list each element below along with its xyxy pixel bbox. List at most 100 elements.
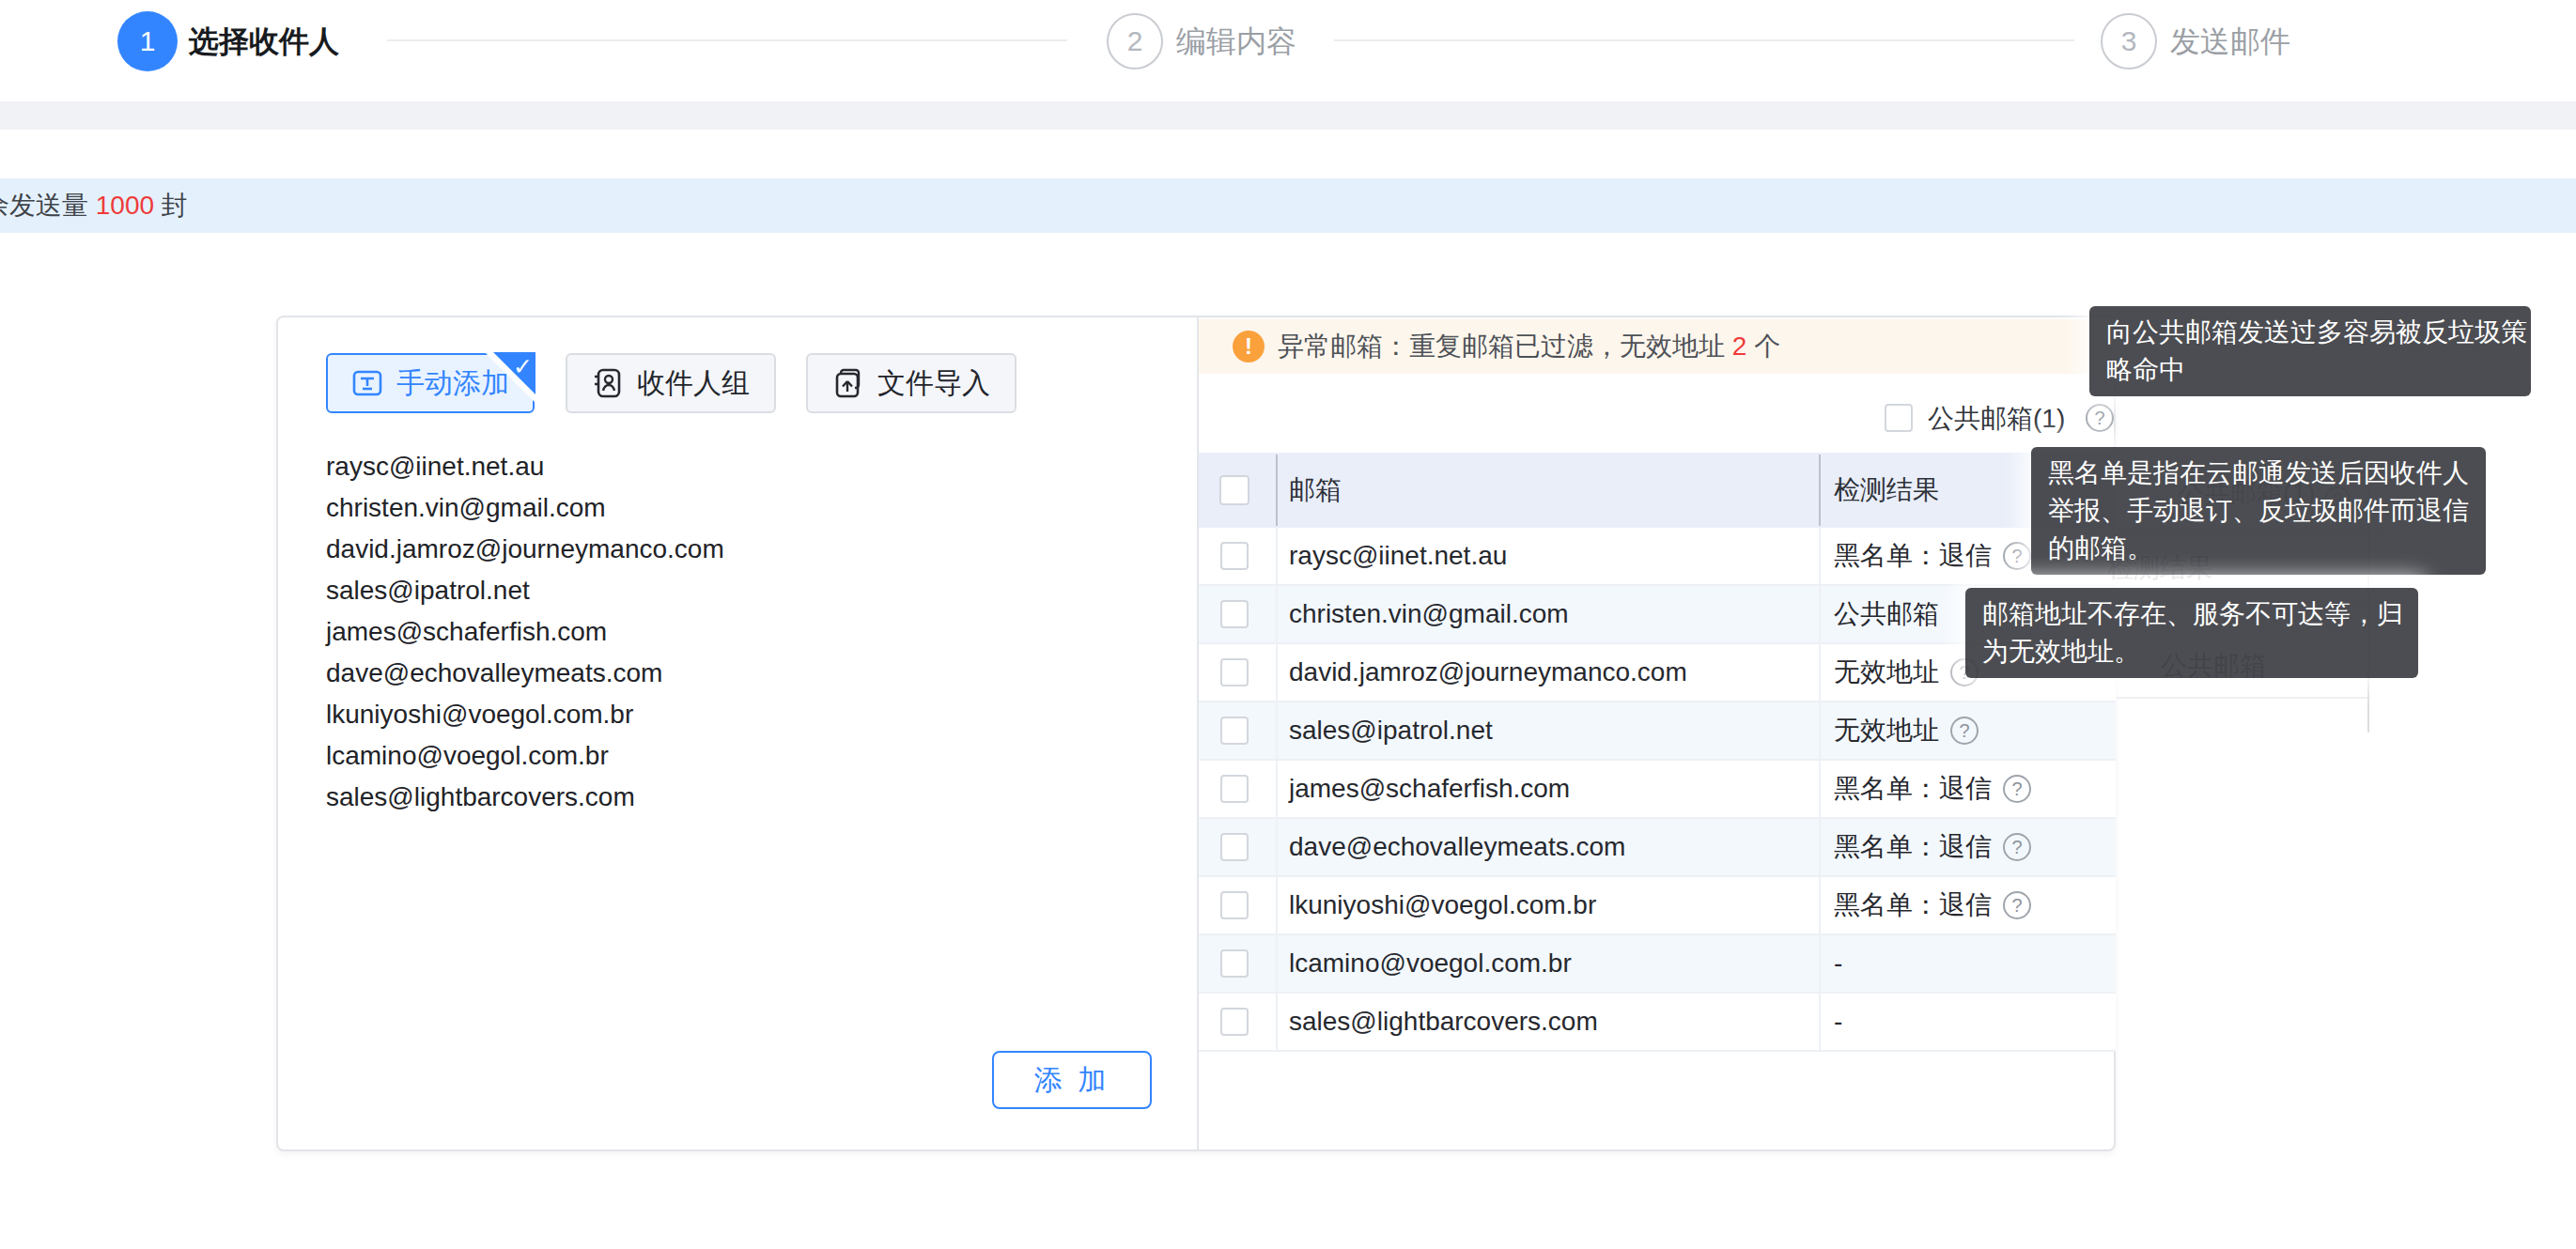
column-line [1819,877,1821,933]
recipient-email: james@schaferfish.com [326,611,724,653]
column-line [1819,819,1821,875]
row-checkbox[interactable] [1220,775,1249,803]
row-email: raysc@iinet.net.au [1289,528,1507,584]
table-row: sales@lightbarcovers.com- [1199,994,2116,1052]
tab-file-import-label: 文件导入 [877,364,990,403]
recipient-email: david.jamroz@journeymanco.com [326,529,724,570]
step-1-number: 1 [140,25,156,57]
tooltip-blacklist: 黑名单是指在云邮通发送后因收件人 举报、手动退订、反垃圾邮件而退信 的邮箱。 [2031,447,2486,575]
row-result-text: 黑名单：退信 [1834,528,1992,584]
column-line [1819,528,1821,584]
table-row: lcamino@voegol.com.br - [1199,935,2116,994]
row-checkbox[interactable] [1220,717,1249,745]
table-header: 邮箱 检测结果 [1199,453,2116,528]
column-line [1819,761,1821,817]
table-row: raysc@iinet.net.au 黑名单：退信? [1199,528,2116,586]
row-result-text: 无效地址 [1834,702,1939,759]
row-email: david.jamroz@journeymanco.com [1289,644,1687,701]
column-header-email: 邮箱 [1289,453,1342,528]
recipient-email: lkuniyoshi@voegol.com.br [326,694,724,735]
recipient-email: sales@lightbarcovers.com [326,777,724,818]
column-line [1819,702,1821,759]
tooltip-public-mailbox: 向公共邮箱发送过多容易被反垃圾策 略命中 [2089,306,2531,396]
step-2-circle: 2 [1107,13,1163,69]
step-connector-2 [1334,39,2074,41]
row-result: 黑名单：退信? [1834,819,2031,875]
header-separator [1276,455,1278,526]
row-result: 无效地址? [1834,702,1979,759]
row-email: sales@ipatrol.net [1289,702,1493,759]
abnormal-warning-bar: ! 异常邮箱：重复邮箱已过滤，无效地址 2 个 [1199,319,2116,374]
active-tab-check-icon: ✓ [513,353,533,380]
tab-manual-add[interactable]: 手动添加 ✓ [326,353,535,413]
recipient-email: christen.vin@gmail.com [326,487,724,529]
row-result: 黑名单：退信? [1834,761,2031,817]
row-result-text: 公共邮箱 [1834,586,1939,642]
row-result-text: - [1834,935,1842,992]
row-result-text: 黑名单：退信 [1834,761,1992,817]
column-line [1819,586,1821,642]
select-all-checkbox[interactable] [1219,475,1249,505]
row-result-text: - [1834,994,1842,1050]
step-1-label: 选择收件人 [189,11,339,71]
public-mailbox-checkbox[interactable] [1885,404,1913,432]
column-line [1819,935,1821,992]
step-2-number: 2 [1127,25,1143,57]
recipient-email: lcamino@voegol.com.br [326,735,724,777]
column-line [1276,644,1278,701]
row-checkbox[interactable] [1220,1008,1249,1036]
add-button[interactable]: 添 加 [992,1051,1152,1109]
table-row: sales@ipatrol.net 无效地址? [1199,702,2116,761]
row-checkbox[interactable] [1220,658,1249,686]
column-header-result: 检测结果 [1834,453,1939,528]
row-result-text: 黑名单：退信 [1834,819,1992,875]
recipient-email: raysc@iinet.net.au [326,446,724,487]
stepper: 1 选择收件人 2 编辑内容 3 发送邮件 [0,0,2576,101]
column-line [1276,586,1278,642]
row-checkbox[interactable] [1220,949,1249,978]
column-line [1276,528,1278,584]
row-checkbox[interactable] [1220,891,1249,919]
row-email: christen.vin@gmail.com [1289,586,1569,642]
row-result: 黑名单：退信? [1834,877,2031,933]
column-line [1276,994,1278,1050]
recipient-email-list[interactable]: raysc@iinet.net.auchristen.vin@gmail.com… [326,446,724,818]
invalid-count: 2 [1732,332,1747,361]
step-2-label: 编辑内容 [1176,11,1296,71]
row-result: - [1834,994,1842,1050]
tooltip-invalid-address: 邮箱地址不存在、服务不可达等，归 为无效地址。 [1965,588,2418,678]
column-line [1276,761,1278,817]
tab-recipient-group[interactable]: 收件人组 [566,353,776,413]
warning-icon: ! [1233,331,1265,362]
row-checkbox[interactable] [1220,833,1249,861]
result-help-icon[interactable]: ? [2003,891,2031,919]
ghost-line [2117,697,2370,699]
header-separator-band [0,101,2576,130]
row-email: dave@echovalleymeats.com [1289,819,1625,875]
result-help-icon[interactable]: ? [2003,833,2031,861]
row-result: 无效地址? [1834,644,1979,701]
recipient-panel: 手动添加 ✓ 收件人组 文件导入 raysc@iinet.net.auchris… [276,316,2116,1151]
quota-text: 余发送量 1000 封 [0,178,188,233]
step-3-label: 发送邮件 [2170,11,2290,71]
result-help-icon[interactable]: ? [2003,775,2031,803]
public-mailbox-label: 公共邮箱(1) [1928,404,2065,434]
row-result: - [1834,935,1842,992]
tab-recipient-group-label: 收件人组 [637,364,750,403]
row-checkbox[interactable] [1220,600,1249,628]
manual-add-icon [351,367,383,399]
column-line [1276,702,1278,759]
quota-bar: 余发送量 1000 封 [0,178,2576,233]
result-help-icon[interactable]: ? [2003,542,2031,570]
row-email: lcamino@voegol.com.br [1289,935,1572,992]
row-checkbox[interactable] [1220,542,1249,570]
result-help-icon[interactable]: ? [1950,717,1979,745]
recipient-email: sales@ipatrol.net [326,570,724,611]
tab-file-import[interactable]: 文件导入 [806,353,1016,413]
warning-text: 异常邮箱：重复邮箱已过滤，无效地址 2 个 [1278,329,1780,364]
row-email: lkuniyoshi@voegol.com.br [1289,877,1596,933]
public-mailbox-help-icon[interactable]: ? [2086,404,2114,432]
row-result-text: 黑名单：退信 [1834,877,1992,933]
table-row: dave@echovalleymeats.com 黑名单：退信? [1199,819,2116,877]
table-row: james@schaferfish.com黑名单：退信? [1199,761,2116,819]
